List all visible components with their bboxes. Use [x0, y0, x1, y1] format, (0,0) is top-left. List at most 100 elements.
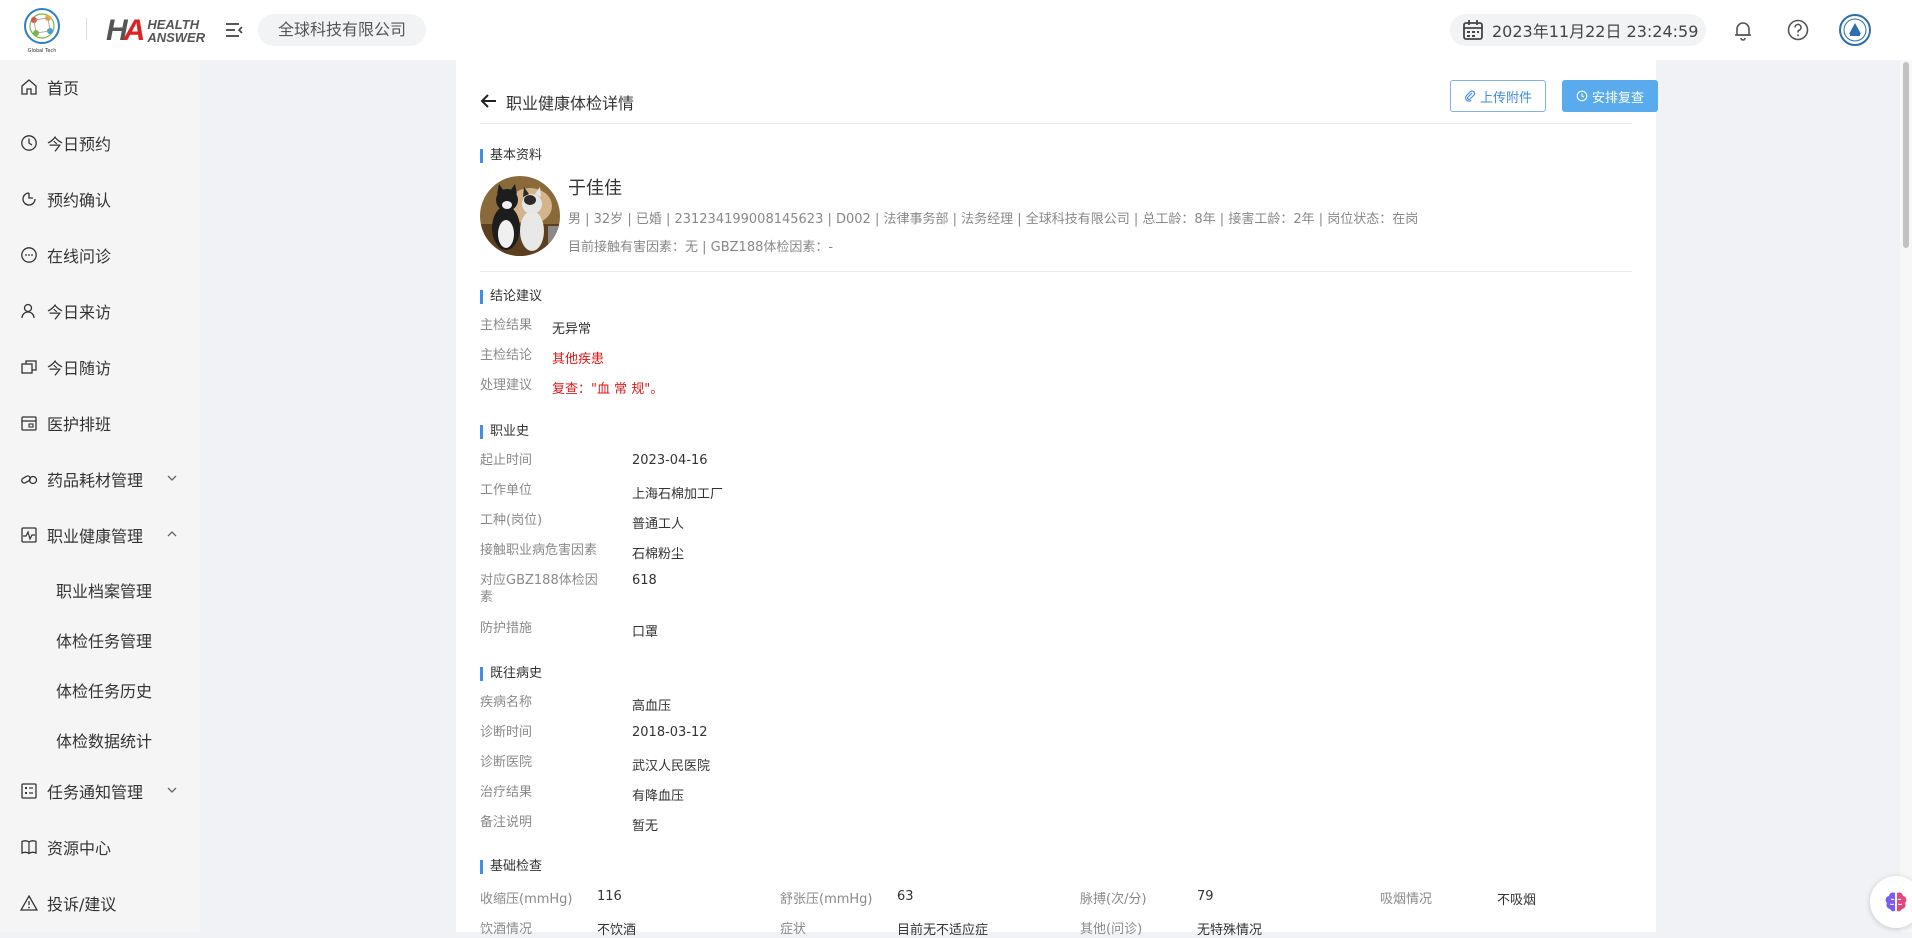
back-arrow-icon[interactable] [480, 92, 498, 110]
occupation-label: 防护措施 [480, 621, 533, 636]
sidebar-item-resource-center[interactable]: 资源中心 [0, 823, 200, 871]
sidebar-item-today-followup[interactable]: 今日随访 [0, 343, 200, 391]
sidebar-item-online-consult[interactable]: 在线问诊 [0, 231, 200, 279]
profile-photo [480, 176, 560, 256]
sidebar-item-scheduling[interactable]: 医护排班 [0, 399, 200, 447]
exam-label: 其他(问诊) [1080, 922, 1143, 937]
exam-label: 症状 [780, 922, 807, 937]
sidebar-item-complaints[interactable]: 投诉/建议 [0, 879, 200, 927]
conclusion-label: 主检结果 [480, 318, 533, 333]
sidebar-subitem-task-management[interactable]: 体检任务管理 [56, 628, 152, 652]
exam-value: 目前无不适应症 [897, 923, 989, 938]
exam-value: 116 [597, 889, 622, 904]
health-answer-logo[interactable]: HA HEALTH ANSWER [106, 14, 206, 47]
exam-value: 不饮酒 [597, 923, 637, 938]
clock-icon [21, 135, 37, 151]
conclusion-value: 无异常 [552, 322, 592, 337]
occupation-label: 起止时间 [480, 453, 533, 468]
section-divider [480, 271, 1632, 272]
section-title-conclusion: 结论建议 [480, 290, 542, 304]
book-icon [21, 840, 37, 855]
section-title-occupation: 职业史 [480, 425, 529, 439]
exam-label: 收缩压(mmHg) [480, 892, 573, 907]
sidebar-item-appointment-confirm[interactable]: 预约确认 [0, 175, 200, 223]
sidebar-item-label: 职业健康管理 [47, 527, 144, 546]
sidebar-item-label: 预约确认 [47, 191, 112, 210]
history-label: 诊断医院 [480, 755, 533, 770]
occupation-value: 石棉粉尘 [632, 547, 685, 562]
datetime-text: 2023年11月22日 23:24:59 [1492, 22, 1699, 41]
sidebar-item-home[interactable]: 首页 [0, 63, 200, 111]
sidebar-item-label: 医护排班 [47, 415, 112, 434]
paperclip-icon [1465, 90, 1475, 102]
sidebar-item-today-visit[interactable]: 今日来访 [0, 287, 200, 335]
company-selector[interactable]: 全球科技有限公司 [258, 14, 427, 46]
conclusion-value: 复查："血 常 规"。 [552, 382, 664, 397]
sidebar-item-label: 在线问诊 [47, 247, 112, 266]
chevron-down-icon [167, 475, 177, 481]
sidebar-item-label: 药品耗材管理 [47, 471, 144, 490]
calendar-icon [1463, 20, 1483, 40]
sidebar: 首页 今日预约 预约确认 在线问诊 今日来访 今日随访 医护排班 药品耗材管理 … [0, 60, 200, 932]
upload-label: 上传附件 [1479, 90, 1532, 106]
exam-value: 79 [1197, 889, 1214, 904]
svg-text:Global Tech: Global Tech [28, 48, 57, 54]
occupation-label: 对应GBZ188体检因素 [480, 573, 598, 605]
sidebar-item-task-notification[interactable]: 任务通知管理 [0, 767, 200, 815]
warning-icon [20, 894, 38, 911]
history-label: 疾病名称 [480, 695, 533, 710]
pulse-icon [21, 527, 37, 543]
conclusion-value: 其他疾患 [552, 352, 605, 367]
section-title-basic-exam: 基础检查 [480, 860, 542, 874]
upload-attachment-button[interactable]: 上传附件 [1450, 80, 1546, 112]
history-label: 治疗结果 [480, 785, 533, 800]
chat-icon [21, 247, 37, 263]
logo-divider [86, 18, 87, 40]
occupation-label: 工种(岗位) [480, 513, 543, 528]
global-tech-logo[interactable]: Global Tech [20, 6, 66, 54]
patient-hazard-factors: 目前接触有害因素：无 | GBZ188体检因素：- [568, 240, 834, 255]
exam-value: 无特殊情况 [1197, 923, 1263, 938]
occupation-label: 接触职业病危害因素 [480, 543, 598, 558]
schedule-recheck-button[interactable]: 安排复查 [1562, 80, 1658, 112]
sidebar-subitem-data-statistics[interactable]: 体检数据统计 [56, 728, 152, 752]
section-title-history: 既往病史 [480, 667, 542, 681]
sidebar-item-occupational-health[interactable]: 职业健康管理 [0, 511, 200, 559]
occupation-label: 工作单位 [480, 483, 533, 498]
sidebar-item-label: 任务通知管理 [47, 783, 144, 802]
history-value: 高血压 [632, 699, 672, 714]
menu-toggle-icon[interactable] [224, 20, 244, 40]
refresh-icon [22, 192, 36, 206]
patient-name: 于佳佳 [568, 178, 622, 199]
sidebar-item-medicine-management[interactable]: 药品耗材管理 [0, 455, 200, 503]
home-icon [21, 79, 37, 95]
ai-assistant-button[interactable] [1870, 876, 1912, 928]
exam-label: 舒张压(mmHg) [780, 892, 873, 907]
sidebar-item-label: 资源中心 [47, 839, 112, 858]
sidebar-subitem-archive[interactable]: 职业档案管理 [56, 578, 152, 602]
medicine-icon [21, 475, 38, 485]
history-value: 武汉人民医院 [632, 759, 711, 774]
bell-icon[interactable] [1731, 18, 1755, 42]
conclusion-label: 主检结论 [480, 348, 533, 363]
sidebar-item-label: 今日来访 [47, 303, 112, 322]
clock-icon [1576, 90, 1588, 102]
section-title-basic: 基本资料 [480, 149, 542, 163]
user-avatar[interactable] [1839, 14, 1871, 46]
logo-line2: ANSWER [147, 30, 206, 45]
occupation-value: 口罩 [632, 625, 659, 640]
calendar-icon [21, 416, 37, 431]
page-title: 职业健康体检详情 [506, 94, 635, 113]
help-icon[interactable] [1786, 18, 1810, 42]
top-header: Global Tech HA HEALTH ANSWER 全球科技有限公司 20… [0, 0, 1912, 60]
sidebar-item-label: 首页 [47, 79, 80, 98]
patient-info: 男 | 32岁 | 已婚 | 231234199008145623 | D002… [568, 212, 1419, 227]
sidebar-subitem-task-history[interactable]: 体检任务历史 [56, 678, 152, 702]
list-icon [21, 783, 37, 799]
history-label: 备注说明 [480, 815, 533, 830]
sidebar-item-today-appointment[interactable]: 今日预约 [0, 119, 200, 167]
history-value: 有降血压 [632, 789, 685, 804]
scrollbar-thumb[interactable] [1903, 62, 1909, 248]
exam-label: 饮酒情况 [480, 922, 533, 937]
detail-card: 职业健康体检详情 上传附件 安排复查 基本资料 于佳佳 男 | 32岁 | 已婚… [456, 60, 1658, 938]
